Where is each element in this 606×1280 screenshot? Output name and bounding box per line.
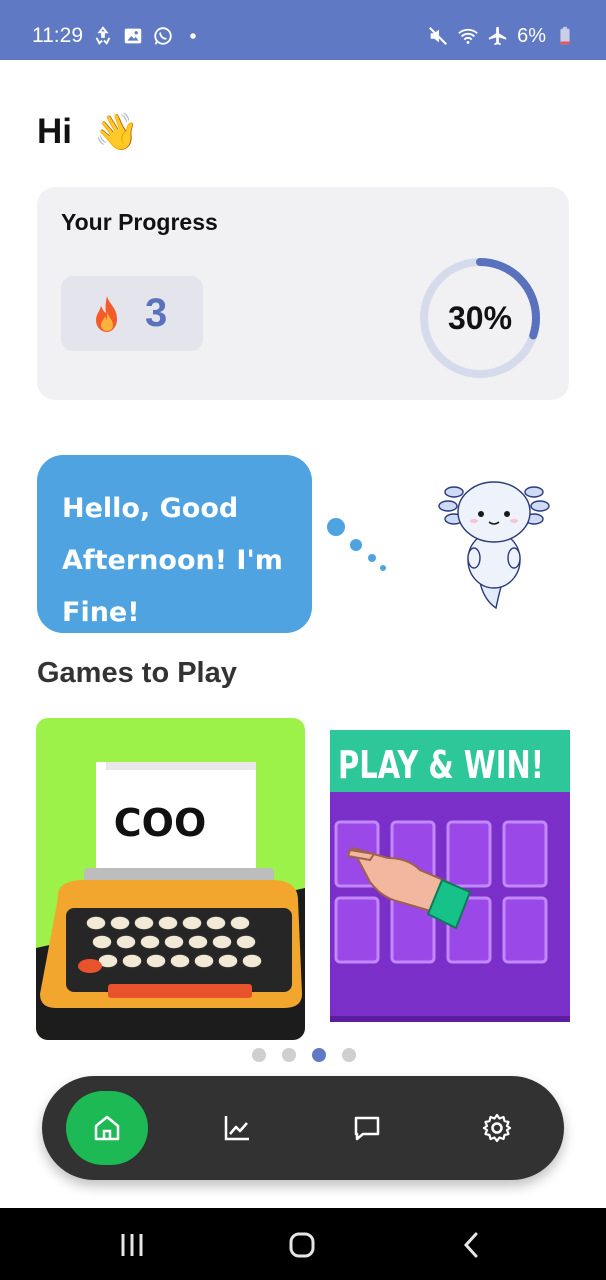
status-time: 11:29 [32, 24, 83, 47]
greeting: Hi 👋 [37, 112, 139, 152]
bubble-text: Hello, Good Afternoon! I'm Fine! [62, 493, 283, 628]
wifi-icon [458, 28, 478, 44]
image-icon [124, 28, 142, 44]
status-left-icons [92, 24, 204, 48]
nav-chat[interactable] [326, 1091, 408, 1165]
settings-icon [482, 1113, 512, 1143]
progress-percent: 30% [447, 299, 513, 336]
mute-icon [429, 27, 448, 45]
play-win-text: PLAY & WIN! [338, 743, 544, 787]
chat-icon [354, 1116, 380, 1141]
system-nav-bar [0, 1208, 606, 1280]
speech-bubble: Hello, Good Afternoon! I'm Fine! [37, 455, 312, 633]
home-icon [94, 1115, 120, 1141]
home-button-icon[interactable] [287, 1230, 317, 1260]
recent-apps-icon[interactable] [117, 1230, 147, 1260]
progress-card[interactable]: Your Progress 3 30% [37, 187, 569, 400]
back-icon[interactable] [457, 1230, 487, 1260]
greeting-text: Hi [37, 112, 72, 151]
carousel-dot-2[interactable] [282, 1048, 296, 1062]
games-section-title: Games to Play [37, 657, 237, 689]
streak-count: 3 [145, 291, 168, 335]
axolotl-mascot [438, 481, 550, 610]
dot-icon [190, 33, 196, 39]
typewriter-illustration: COO [36, 718, 305, 1040]
chart-icon [224, 1116, 249, 1141]
fire-icon [96, 295, 117, 332]
streak-box: 3 [61, 276, 203, 351]
nav-settings[interactable] [456, 1091, 538, 1165]
battery-icon [560, 26, 570, 45]
status-bar: 11:29 6% [0, 0, 606, 60]
game-card-play-win[interactable]: PLAY & WIN! [330, 730, 570, 1022]
airplane-icon [488, 26, 507, 46]
carousel-dot-1[interactable] [252, 1048, 266, 1062]
carousel-dots [252, 1048, 356, 1062]
nav-stats[interactable] [196, 1091, 278, 1165]
bottom-nav [42, 1076, 564, 1180]
thought-dots-icon [327, 518, 386, 571]
coo-text: COO [114, 801, 207, 845]
status-right: 6% [427, 24, 576, 48]
whatsapp-icon [154, 27, 172, 45]
wave-hand-icon: 👋 [94, 111, 139, 152]
sync-icon [95, 26, 111, 45]
memory-game-illustration: PLAY & WIN! [330, 730, 570, 1022]
game-card-typewriter[interactable]: COO [36, 718, 305, 1040]
carousel-dot-4[interactable] [342, 1048, 356, 1062]
nav-home[interactable] [66, 1091, 148, 1165]
progress-title: Your Progress [61, 209, 218, 235]
battery-percent: 6% [517, 24, 546, 47]
carousel-dot-3[interactable] [312, 1048, 326, 1062]
